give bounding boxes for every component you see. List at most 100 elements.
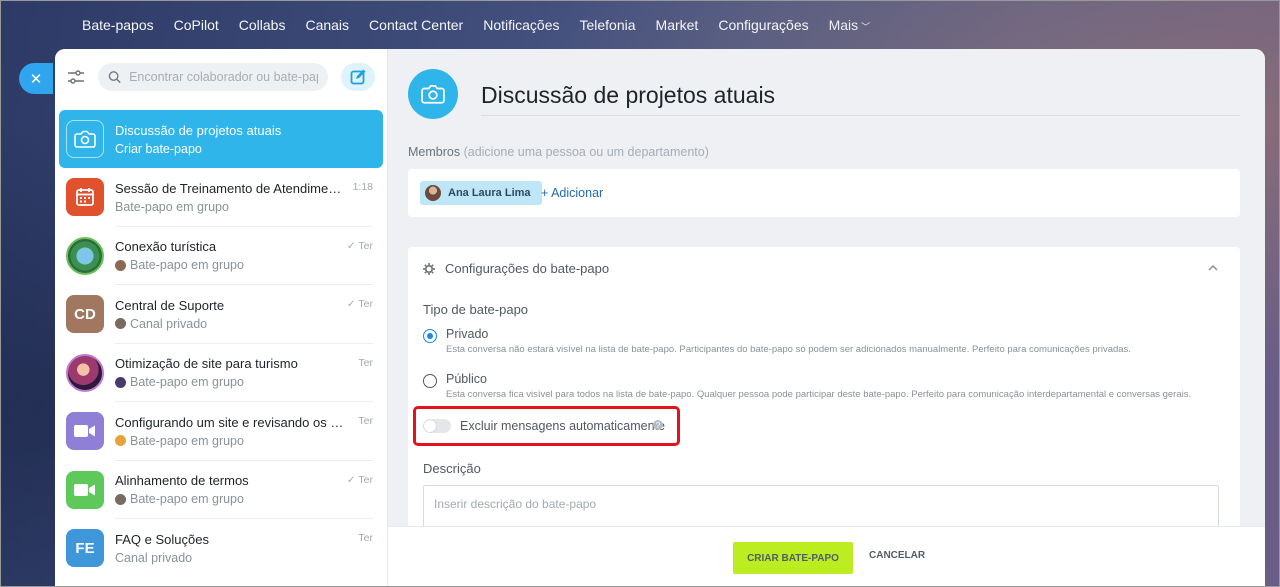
chat-item[interactable]: Sessão de Treinamento de Atendiment... B… [55,168,387,227]
chat-title: FAQ e Soluções [115,531,209,547]
video-icon [74,483,95,496]
chat-sidebar: Encontrar colaborador ou bate-papo Discu… [55,49,388,587]
settings-header[interactable]: Configurações do bate-papo [423,261,609,276]
chat-panel: Encontrar colaborador ou bate-papo Discu… [55,49,1265,587]
nav-item-bate-papos[interactable]: Bate-papos [82,17,154,33]
member-chip[interactable]: Ana Laura Lima [420,181,542,205]
video-avatar [66,470,104,509]
new-chat-button[interactable] [340,62,375,91]
chat-item-active[interactable]: Discussão de projetos atuais Criar bate-… [59,110,383,168]
user-avatar [115,259,126,271]
highlight-box [413,406,680,446]
public-label[interactable]: Público [446,372,487,386]
private-description: Esta conversa não estará visível na list… [446,344,1131,355]
chat-subtitle-row: Canal privado [115,317,345,331]
cancel-button[interactable]: CANCELAR [869,550,925,561]
member-avatar [425,185,441,201]
chat-subtitle-row: Bate-papo em grupo [115,434,345,448]
chat-title-input[interactable]: Discussão de projetos atuais [481,49,1240,116]
chevron-up-icon[interactable] [1208,263,1218,273]
user-avatar [115,376,126,388]
create-chat-button[interactable]: CRIAR BATE-PAPO [733,542,853,574]
camera-avatar [66,120,104,158]
filter-icon[interactable] [67,67,86,87]
create-chat-form: Discussão de projetos atuais Membros (ad… [388,49,1265,587]
footer-bar: CRIAR BATE-PAPO CANCELAR [388,526,1265,587]
video-icon [74,425,95,438]
camera-icon [421,84,445,104]
nav-item-mais[interactable]: Mais ﹀ [829,17,871,33]
chat-photo-avatar [66,236,104,275]
nav-item-telefonia[interactable]: Telefonia [579,17,635,33]
edit-icon [350,69,366,84]
chat-subtitle: Bate-papo em grupo [130,258,244,273]
chat-subtitle-row: Bate-papo em grupo [115,258,345,272]
chat-title: Conexão turística [115,239,217,255]
nav-item-copilot[interactable]: CoPilot [174,17,219,33]
user-avatar [115,435,126,447]
radio-public[interactable] [423,374,437,388]
chat-item[interactable]: CD Central de Suporte Canal privado ✓ Te… [55,285,387,344]
nav-item-notificacoes[interactable]: Notificações [483,17,559,33]
private-label[interactable]: Privado [446,327,488,341]
nav-item-collabs[interactable]: Collabs [239,17,286,33]
description-label: Descrição [423,461,481,476]
chat-item[interactable]: Alinhamento de termos Bate-papo em grupo… [55,461,387,519]
members-label-text: Membros [408,145,461,159]
chat-subtitle: Bate-papo em grupo [115,199,229,214]
radio-private[interactable] [423,329,437,343]
chat-item[interactable]: FE FAQ e Soluções Canal privado Ter [55,519,387,578]
add-member-link[interactable]: + Adicionar [541,186,603,200]
chat-subtitle: Bate-papo em grupo [130,375,244,390]
chat-subtitle: Criar bate-papo [115,141,202,156]
chat-subtitle: Bate-papo em grupo [130,492,244,507]
search-input[interactable]: Encontrar colaborador ou bate-papo [97,62,328,91]
member-name: Ana Laura Lima [448,187,531,199]
chat-title: Sessão de Treinamento de Atendiment... [115,180,345,196]
chat-item[interactable]: Otimização de site para turismo Bate-pap… [55,344,387,402]
public-description: Esta conversa fica visível para todos na… [446,389,1192,400]
chat-title: Discussão de projetos atuais [115,122,282,138]
chat-time: ✓ Ter [346,239,373,252]
nav-item-market[interactable]: Market [656,17,699,33]
chat-time: ✓ Ter [346,473,373,486]
chat-time: Ter [358,415,373,427]
chat-title: Otimização de site para turismo [115,356,298,372]
members-label: Membros (adicione uma pessoa ou um depar… [408,145,709,159]
chat-item[interactable]: Configurando um site e revisando os te..… [55,402,387,461]
chat-type-label: Tipo de bate-papo [423,302,529,317]
chat-subtitle-row: Bate-papo em grupo [115,492,345,506]
calendar-icon [76,188,94,207]
settings-title: Configurações do bate-papo [445,261,610,276]
close-slider-button[interactable]: ✕ [19,63,53,94]
search-placeholder: Encontrar colaborador ou bate-papo [129,69,318,84]
gear-icon [423,262,435,275]
chat-subtitle: Canal privado [115,550,193,565]
chat-title: Configurando um site e revisando os te..… [115,414,345,430]
nav-item-configuracoes[interactable]: Configurações [718,17,808,33]
video-avatar [66,412,104,451]
chat-subtitle: Canal privado [130,316,208,331]
initials-avatar: FE [66,529,104,568]
nav-item-canais[interactable]: Canais [305,17,349,33]
calendar-avatar [66,178,104,217]
top-navigation: Bate-papos CoPilot Collabs Canais Contac… [72,0,880,50]
chat-title: Alinhamento de termos [115,473,249,489]
search-icon [108,70,121,83]
chat-item[interactable]: Conexão turística Bate-papo em grupo ✓ T… [55,227,387,285]
close-icon: ✕ [29,70,43,88]
chat-time: Ter [358,356,373,369]
members-box[interactable]: Ana Laura Lima + Adicionar [408,169,1240,217]
initials-avatar: CD [66,295,104,334]
members-hint: (adicione uma pessoa ou um departamento) [463,145,709,159]
camera-icon [74,130,96,148]
chat-time: 1:18 [352,181,373,193]
nav-item-contact-center[interactable]: Contact Center [369,17,463,33]
nav-mais-label: Mais [828,17,859,33]
chat-avatar-upload[interactable] [408,69,458,119]
chat-title: Central de Suporte [115,297,225,313]
chat-subtitle-row: Bate-papo em grupo [115,375,345,389]
user-avatar [115,493,126,505]
sidebar-header: Encontrar colaborador ou bate-papo [55,49,387,104]
chat-subtitle: Bate-papo em grupo [130,433,244,448]
